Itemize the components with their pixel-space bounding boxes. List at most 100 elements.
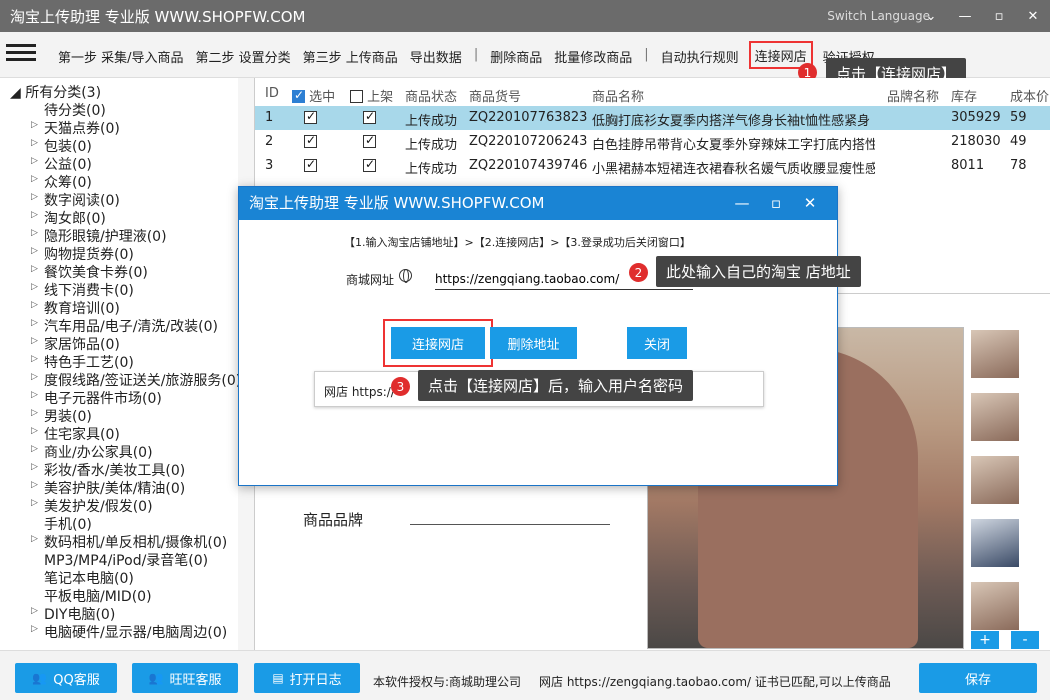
expand-arrow-icon[interactable]: ▷ [31, 390, 38, 400]
expand-arrow-icon[interactable]: ▷ [31, 336, 38, 346]
thumbnail-image[interactable] [971, 582, 1019, 630]
dialog-minimize-icon[interactable]: — [725, 187, 759, 220]
col-sku[interactable]: 商品货号 [469, 86, 521, 105]
connect-shop-button[interactable]: 连接网店 [383, 319, 493, 367]
expand-arrow-icon[interactable]: ▷ [31, 174, 38, 184]
expand-arrow-icon[interactable]: ▷ [31, 534, 38, 544]
maximize-icon[interactable]: ▫ [982, 0, 1016, 32]
category-item[interactable]: ▷ 数字阅读(0) [28, 190, 241, 209]
tree-root[interactable]: ◢ 所有分类(3) [10, 82, 101, 102]
hamburger-menu-icon[interactable] [6, 40, 36, 66]
listed-checkbox[interactable] [363, 133, 376, 148]
table-row[interactable]: 1 上传成功 ZQ220107763823 低胸打底衫女夏季内搭洋气修身长袖t恤性感紧… [255, 106, 1050, 130]
category-item[interactable]: ▷ 度假线路/签证送关/旅游服务(0) [28, 370, 241, 389]
dialog-maximize-icon[interactable]: ▫ [759, 187, 793, 220]
col-status[interactable]: 商品状态 [405, 86, 457, 105]
selected-checkbox[interactable] [304, 109, 317, 124]
thumbnail-image[interactable] [971, 519, 1019, 567]
expand-arrow-icon[interactable]: ▷ [31, 408, 38, 418]
category-item[interactable]: ▷ 彩妆/香水/美妆工具(0) [28, 460, 241, 479]
delete-url-button[interactable]: 删除地址 [490, 327, 577, 359]
col-id[interactable]: ID [265, 86, 279, 101]
expand-arrow-icon[interactable]: ▷ [31, 210, 38, 220]
category-item[interactable]: ▷ 商业/办公家具(0) [28, 442, 241, 461]
selected-checkbox[interactable] [304, 157, 317, 172]
category-item[interactable]: ▷ 美容护肤/美体/精油(0) [28, 478, 241, 497]
expand-arrow-icon[interactable]: ▷ [31, 354, 38, 364]
listed-checkbox[interactable] [363, 157, 376, 172]
open-log-button[interactable]: ▤ 打开日志 [254, 663, 360, 693]
col-selected[interactable]: 选中 [292, 86, 335, 105]
close-icon[interactable]: ✕ [1016, 0, 1050, 32]
col-brand[interactable]: 品牌名称 [887, 86, 939, 105]
category-item[interactable]: MP3/MP4/iPod/录音笔(0) [28, 550, 241, 569]
category-item[interactable]: ▷ 美发护发/假发(0) [28, 496, 241, 515]
expand-arrow-icon[interactable]: ▷ [31, 372, 38, 382]
category-item[interactable]: ▷ 天猫点券(0) [28, 118, 241, 137]
minimize-icon[interactable]: — [948, 0, 982, 32]
menu-step2[interactable]: 第二步 设置分类 [196, 47, 291, 67]
shop-url-input[interactable] [435, 268, 693, 290]
menu-step1[interactable]: 第一步 采集/导入商品 [58, 47, 184, 67]
category-item[interactable]: ▷ 购物提货券(0) [28, 244, 241, 263]
category-item[interactable]: ▷ 线下消费卡(0) [28, 280, 241, 299]
category-item[interactable]: ▷ 公益(0) [28, 154, 241, 173]
expand-arrow-icon[interactable]: ▷ [31, 156, 38, 166]
col-cost[interactable]: 成本价 [1010, 86, 1049, 105]
chevron-down-icon[interactable]: ⌄ [914, 0, 948, 32]
col-stock[interactable]: 库存 [951, 86, 977, 105]
save-button[interactable]: 保存 [919, 663, 1037, 693]
category-item[interactable]: ▷ 住宅家具(0) [28, 424, 241, 443]
dialog-close-icon[interactable]: ✕ [793, 187, 827, 220]
expand-arrow-icon[interactable]: ▷ [31, 138, 38, 148]
category-item[interactable]: ▷ 电子元器件市场(0) [28, 388, 241, 407]
category-item[interactable]: ▷ 隐形眼镜/护理液(0) [28, 226, 241, 245]
menu-batch-edit[interactable]: 批量修改商品 [554, 47, 632, 67]
table-row[interactable]: 2 上传成功 ZQ220107206243 白色挂脖吊带背心女夏季外穿辣妹工字打底内搭… [255, 130, 1050, 154]
brand-input[interactable] [410, 524, 610, 525]
expand-arrow-icon[interactable]: ▷ [31, 264, 38, 274]
expand-arrow-icon[interactable]: ▷ [31, 120, 38, 130]
col-name[interactable]: 商品名称 [592, 86, 644, 105]
table-row[interactable]: 3 上传成功 ZQ220107439746 小黑裙赫本短裙连衣裙春秋名媛气质收腰显瘦性… [255, 154, 1050, 178]
menu-export[interactable]: 导出数据 [410, 47, 462, 67]
expand-arrow-icon[interactable]: ▷ [31, 624, 38, 634]
category-item[interactable]: ▷ 淘女郎(0) [28, 208, 241, 227]
expand-arrow-icon[interactable]: ▷ [31, 606, 38, 616]
thumbnail-image[interactable] [971, 330, 1019, 378]
selected-checkbox[interactable] [304, 133, 317, 148]
wangwang-support-button[interactable]: 👥 旺旺客服 [132, 663, 238, 693]
category-item[interactable]: 手机(0) [28, 514, 241, 533]
expand-arrow-icon[interactable]: ▷ [31, 426, 38, 436]
list-all-checkbox[interactable] [350, 90, 363, 103]
remove-image-button[interactable]: - [1011, 631, 1039, 649]
qq-support-button[interactable]: 👥 QQ客服 [15, 663, 117, 693]
thumbnail-image[interactable] [971, 456, 1019, 504]
select-all-checkbox[interactable] [292, 88, 305, 103]
close-dialog-button[interactable]: 关闭 [627, 327, 687, 359]
expand-arrow-icon[interactable]: ▷ [31, 300, 38, 310]
expand-arrow-icon[interactable]: ▷ [31, 246, 38, 256]
menu-auto-rules[interactable]: 自动执行规则 [661, 47, 739, 67]
col-listed[interactable]: 上架 [350, 86, 393, 105]
listed-checkbox[interactable] [363, 109, 376, 124]
category-item[interactable]: ▷ 餐饮美食卡券(0) [28, 262, 241, 281]
expand-arrow-icon[interactable]: ▷ [31, 318, 38, 328]
category-item[interactable]: ▷ 数码相机/单反相机/摄像机(0) [28, 532, 241, 551]
category-item[interactable]: 待分类(0) [28, 100, 241, 119]
expand-arrow-icon[interactable]: ▷ [31, 192, 38, 202]
category-item[interactable]: ▷ 电脑硬件/显示器/电脑周边(0) [28, 622, 241, 641]
category-item[interactable]: ▷ 众筹(0) [28, 172, 241, 191]
category-item[interactable]: ▷ 包装(0) [28, 136, 241, 155]
expand-arrow-icon[interactable]: ▷ [31, 282, 38, 292]
category-item[interactable]: ▷ 汽车用品/电子/清洗/改装(0) [28, 316, 241, 335]
category-item[interactable]: 平板电脑/MID(0) [28, 586, 241, 605]
expand-arrow-icon[interactable]: ▷ [31, 498, 38, 508]
thumbnail-image[interactable] [971, 393, 1019, 441]
menu-step3[interactable]: 第三步 上传商品 [303, 47, 398, 67]
category-item[interactable]: ▷ 家居饰品(0) [28, 334, 241, 353]
category-item[interactable]: ▷ 男装(0) [28, 406, 241, 425]
expand-arrow-icon[interactable]: ▷ [31, 228, 38, 238]
add-image-button[interactable]: + [971, 631, 999, 649]
category-item[interactable]: ▷ 特色手工艺(0) [28, 352, 241, 371]
